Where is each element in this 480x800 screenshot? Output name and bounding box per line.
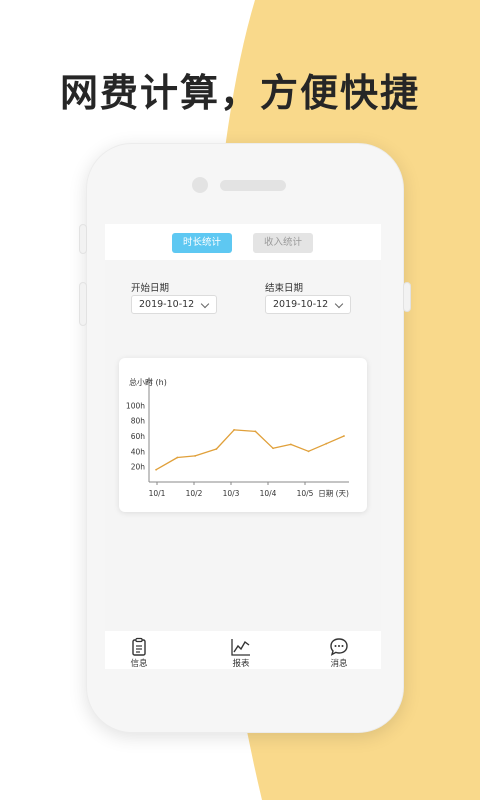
- end-date-label: 结束日期: [265, 283, 304, 294]
- phone-mockup: 时长统计 收入统计 开始日期 2019-10-12 结束日期 2019-10-1…: [79, 143, 411, 733]
- x-axis-label: 日期 (天): [318, 489, 349, 498]
- start-date-value: 2019-10-12: [139, 299, 195, 310]
- y-tick-label: 80h: [131, 417, 146, 426]
- data-point: [215, 448, 218, 450]
- y-tick-label: 100h: [126, 401, 145, 410]
- data-point: [233, 428, 235, 431]
- headline: 网费计算，方便快捷: [59, 70, 420, 115]
- chat-icon: [330, 638, 348, 656]
- start-date-label: 开始日期: [131, 283, 170, 294]
- data-point: [194, 455, 196, 457]
- y-axis-label: 总小时 (h): [129, 377, 167, 387]
- chart-card: 总小时 (h) 20h 40h 60h 80h 100h 10/1 10/2 10/3 10/4 1…: [119, 358, 367, 512]
- y-tick-label: 60h: [131, 432, 146, 441]
- nav-report[interactable]: 报表: [211, 631, 271, 669]
- nav-info[interactable]: 信息: [109, 631, 169, 669]
- nav-report-label: 报表: [232, 659, 250, 669]
- chevron-down-icon: [334, 299, 344, 309]
- start-date-select[interactable]: 2019-10-12: [131, 295, 217, 314]
- data-point: [155, 468, 157, 471]
- x-tick-label: 10/3: [223, 489, 240, 498]
- data-point: [272, 447, 274, 450]
- app-screen: 时长统计 收入统计 开始日期 2019-10-12 结束日期 2019-10-1…: [105, 224, 381, 669]
- tab-bar: 时长统计 收入统计: [105, 224, 381, 260]
- data-point: [307, 450, 310, 453]
- nav-message[interactable]: 消息: [309, 631, 369, 669]
- y-tick-label: 20h: [131, 463, 146, 472]
- data-point: [325, 442, 328, 445]
- side-button-right: [403, 282, 411, 312]
- speaker-grill: [220, 180, 286, 191]
- chevron-down-icon: [200, 299, 210, 309]
- chart-icon: [231, 639, 250, 656]
- bottom-nav: 信息 报表 消息: [105, 631, 381, 669]
- data-point: [343, 435, 345, 437]
- tab-income-stats[interactable]: 收入统计: [253, 233, 313, 253]
- tab-duration-stats[interactable]: 时长统计: [172, 233, 232, 253]
- nav-message-label: 消息: [330, 659, 348, 669]
- x-tick-label: 10/5: [297, 489, 314, 498]
- side-button-left-top: [79, 224, 87, 254]
- hours-line-chart: 总小时 (h) 20h 40h 60h 80h 100h 10/1 10/2 10/3 10/4 1…: [126, 376, 349, 498]
- x-tick-label: 10/1: [149, 489, 166, 498]
- end-date-value: 2019-10-12: [273, 299, 329, 310]
- series-line: [155, 429, 345, 471]
- x-tick-label: 10/2: [186, 489, 203, 498]
- x-tick-label: 10/4: [260, 489, 277, 498]
- side-button-left-bottom: [79, 282, 87, 326]
- end-date-select[interactable]: 2019-10-12: [265, 295, 351, 314]
- nav-info-label: 信息: [130, 659, 148, 669]
- camera-icon: [192, 177, 208, 193]
- data-point: [176, 456, 179, 459]
- clipboard-icon: [132, 637, 146, 656]
- data-point: [254, 430, 257, 433]
- y-tick-label: 40h: [131, 447, 146, 456]
- data-point: [289, 443, 292, 446]
